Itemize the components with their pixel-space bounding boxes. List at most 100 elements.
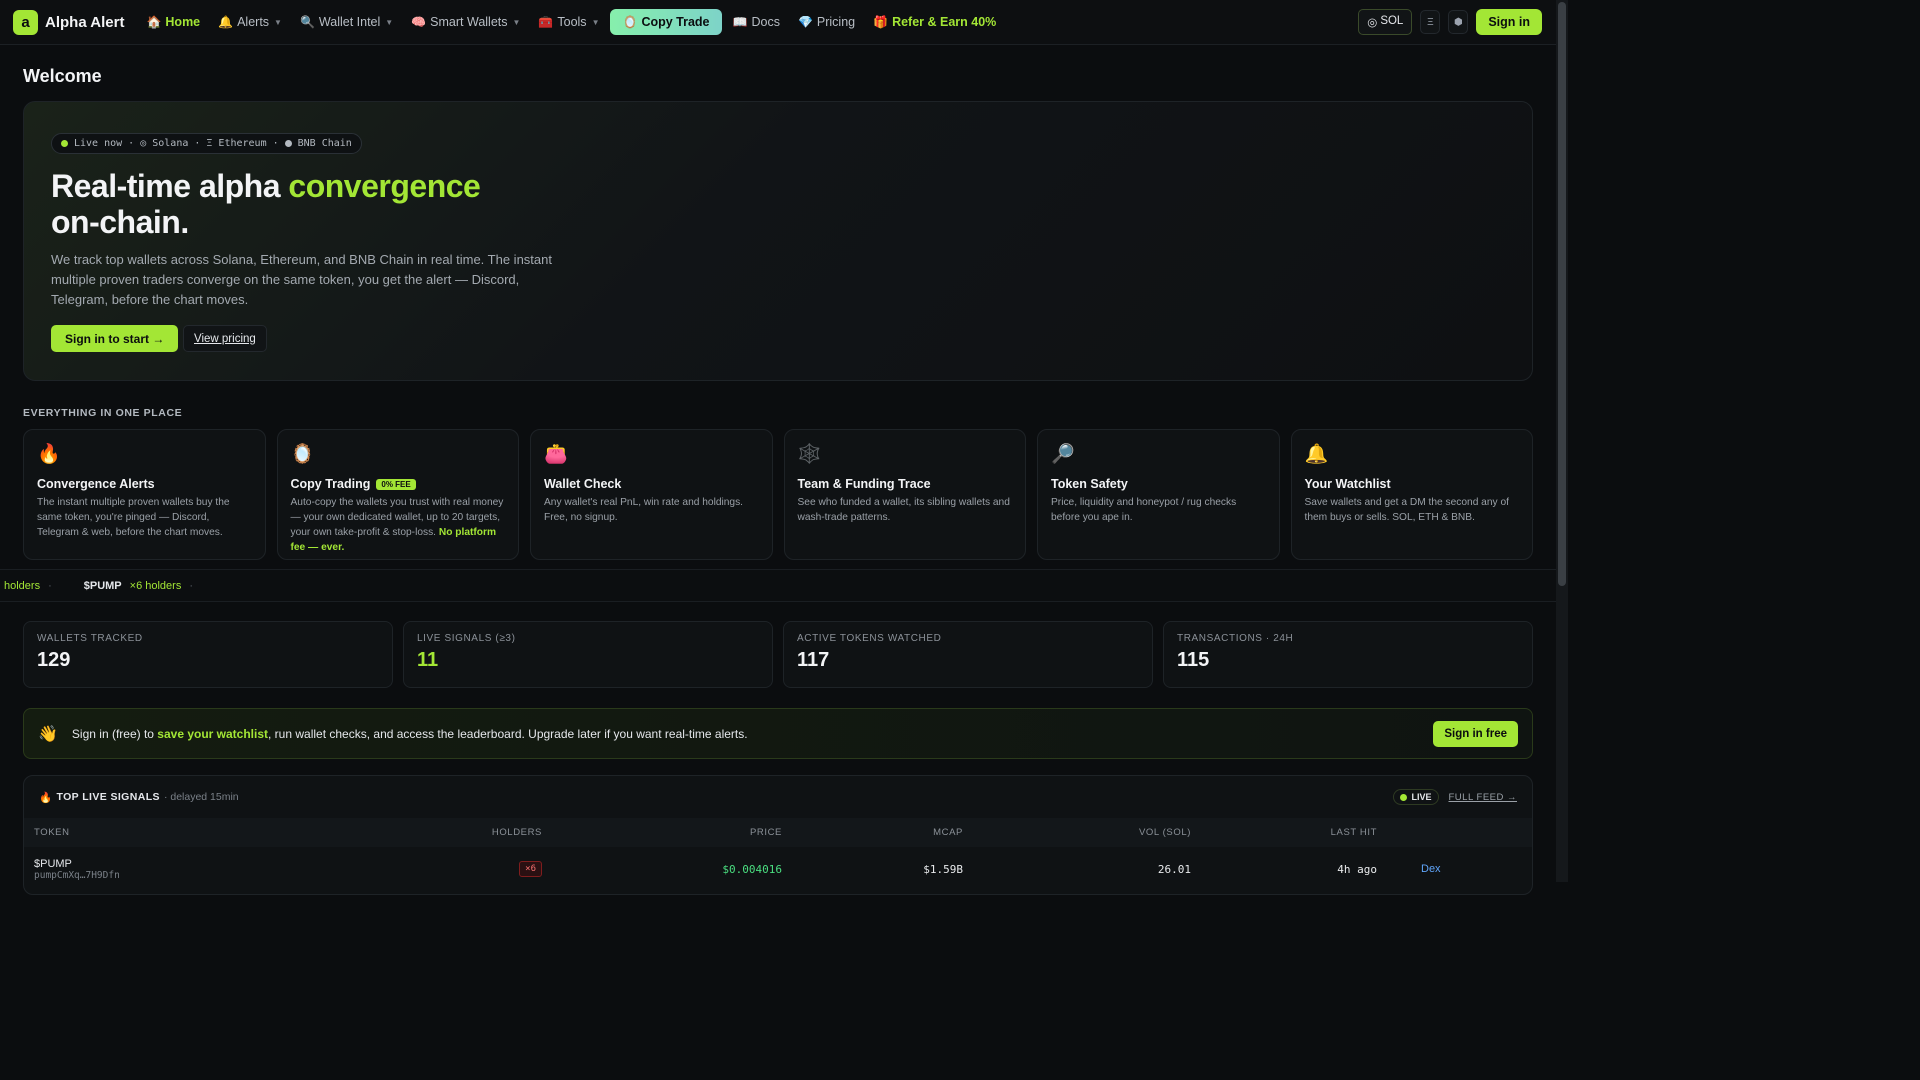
separator: ·	[128, 138, 135, 149]
stat-label: TRANSACTIONS · 24H	[1177, 633, 1294, 644]
stat-label: ACTIVE TOKENS WATCHED	[797, 633, 942, 644]
nav-item-home[interactable]: 🏠 Home	[139, 9, 207, 35]
stat-card-active-tokens: ACTIVE TOKENS WATCHED 117	[783, 621, 1153, 688]
stat-card-live-signals: LIVE SIGNALS (≥3) 11	[403, 621, 773, 688]
bnb-dot-icon	[284, 140, 292, 147]
stat-label: WALLETS TRACKED	[37, 633, 143, 644]
search-icon: 🔍	[299, 15, 315, 29]
nav-item-smart-wallets[interactable]: 🧠 Smart Wallets ▼	[404, 9, 527, 35]
features-section-label: EVERYTHING IN ONE PLACE	[23, 407, 183, 419]
hero-description: We track top wallets across Solana, Ethe…	[51, 252, 552, 307]
features-grid: 🔥 Convergence Alerts The instant multipl…	[23, 429, 1533, 560]
feature-card-wallet-check[interactable]: 👛 Wallet Check Any wallet's real PnL, wi…	[530, 429, 773, 560]
col-last-hit[interactable]: LAST HIT	[1191, 827, 1377, 838]
logo-icon[interactable]: a	[13, 9, 38, 35]
live-dot-icon	[1400, 793, 1408, 801]
headline-accent: convergence	[288, 168, 481, 204]
feature-description: Any wallet's real PnL, win rate and hold…	[544, 497, 744, 523]
feature-card-token-safety[interactable]: 🔎 Token Safety Price, liquidity and hone…	[1037, 429, 1280, 560]
vol-cell: 26.01	[1157, 862, 1191, 876]
feature-description: Auto-copy the wallets you trust with rea…	[291, 495, 506, 555]
nav-actions: ◎ SOL Ξ ⬢ Sign in	[1358, 9, 1542, 35]
ticker-item[interactable]: $PUMP ×6 holders ·	[84, 580, 193, 592]
nav-item-label: Pricing	[816, 15, 856, 29]
chain-solana: Solana	[152, 138, 189, 149]
stat-value: 117	[797, 649, 830, 671]
nav-item-docs[interactable]: 📖 Docs	[726, 9, 787, 35]
banner-text: Sign in (free) to save your watchlist, r…	[72, 727, 748, 741]
bnb-chain-button[interactable]: ⬢	[1448, 10, 1469, 34]
ticker-count: ×6 holders	[129, 579, 182, 592]
brand-name[interactable]: Alpha Alert	[45, 14, 124, 31]
signin-to-start-button[interactable]: Sign in to start →	[51, 325, 179, 352]
signal-ticker: holders · $PUMP ×6 holders ·	[0, 569, 1556, 602]
feature-title: Team & Funding Trace	[797, 477, 931, 491]
live-label: LIVE	[1411, 792, 1432, 802]
ticker-item[interactable]: holders ·	[4, 580, 52, 592]
feature-title: Token Safety	[1051, 477, 1128, 491]
solana-icon: ◎	[1367, 17, 1378, 29]
home-icon: 🏠	[146, 15, 162, 29]
nav-item-tools[interactable]: 🧰 Tools ▼	[531, 9, 606, 35]
gift-icon: 🎁	[873, 15, 889, 29]
feature-card-team-funding-trace[interactable]: 🕸️ Team & Funding Trace See who funded a…	[783, 429, 1026, 560]
nav-item-label: Refer & Earn 40%	[892, 15, 997, 29]
scrollbar[interactable]	[1556, 0, 1568, 882]
token-cell: $PUMP pumpCmXq…7H9Dfn	[24, 858, 404, 881]
signin-button[interactable]: Sign in	[1476, 9, 1542, 35]
feature-card-copy-trading[interactable]: 🪞 Copy Trading 0% FEE Auto-copy the wall…	[276, 429, 519, 560]
col-token[interactable]: TOKEN	[24, 827, 404, 838]
col-holders[interactable]: HOLDERS	[404, 827, 542, 838]
signals-title: 🔥 TOP LIVE SIGNALS	[39, 791, 160, 804]
nav-item-alerts[interactable]: 🔔 Alerts ▼	[211, 9, 289, 35]
nav-item-copy-trade[interactable]: 🪞 Copy Trade	[610, 9, 722, 35]
feature-title: Convergence Alerts	[37, 477, 155, 491]
signin-banner: 👋 Sign in (free) to save your watchlist,…	[23, 708, 1533, 759]
col-vol[interactable]: VOL (SOL)	[963, 827, 1191, 838]
zero-fee-badge: 0% FEE	[376, 478, 416, 490]
feature-title: Your Watchlist	[1304, 477, 1391, 491]
waving-hand-icon: 👋	[38, 725, 58, 743]
feature-card-convergence-alerts[interactable]: 🔥 Convergence Alerts The instant multipl…	[23, 429, 266, 560]
signin-free-button[interactable]: Sign in free	[1433, 720, 1518, 747]
feature-card-watchlist[interactable]: 🔔 Your Watchlist Save wallets and get a …	[1290, 429, 1533, 560]
dex-link[interactable]: Dex	[1421, 863, 1441, 875]
view-pricing-button[interactable]: View pricing	[183, 325, 267, 352]
live-badge: LIVE	[1393, 789, 1439, 805]
last-hit-cell: 4h ago	[1337, 862, 1377, 876]
signals-title-text: TOP LIVE SIGNALS	[56, 791, 160, 803]
ethereum-chain-button[interactable]: Ξ	[1420, 10, 1441, 34]
chain-selector[interactable]: ◎ SOL	[1358, 9, 1413, 35]
feature-description: Price, liquidity and honeypot / rug chec…	[1051, 497, 1237, 523]
top-navbar: a Alpha Alert 🏠 Home 🔔 Alerts ▼ 🔍 Wallet…	[0, 0, 1556, 45]
stat-card-wallets-tracked: WALLETS TRACKED 129	[23, 621, 393, 688]
chevron-down-icon: ▼	[512, 17, 521, 27]
page-title: Welcome	[23, 66, 102, 86]
bell-icon: 🔔	[1304, 444, 1329, 465]
stat-value: 129	[37, 649, 71, 671]
stat-value: 115	[1177, 649, 1210, 671]
col-price[interactable]: PRICE	[542, 827, 782, 838]
nav-item-label: Smart Wallets	[430, 15, 508, 29]
fire-icon: 🔥	[37, 444, 61, 465]
scroll-thumb[interactable]	[1558, 2, 1566, 586]
nav-item-refer[interactable]: 🎁 Refer & Earn 40%	[866, 9, 1003, 35]
col-mcap[interactable]: MCAP	[782, 827, 963, 838]
nav-item-wallet-intel[interactable]: 🔍 Wallet Intel ▼	[293, 9, 400, 35]
feature-title-row: Copy Trading 0% FEE	[291, 477, 506, 491]
feature-description: Save wallets and get a DM the second any…	[1304, 497, 1509, 523]
live-chains-pill: Live now · ◎ Solana · Ξ Ethereum · BNB C…	[51, 133, 362, 154]
nav-item-pricing[interactable]: 💎 Pricing	[791, 9, 862, 35]
banner-text-before: Sign in (free) to	[71, 726, 158, 741]
token-address: pumpCmXq…7H9Dfn	[34, 869, 120, 881]
token-symbol: $PUMP	[34, 857, 72, 870]
holders-cell: ×6	[404, 861, 542, 877]
holders-badge: ×6	[519, 861, 542, 877]
separator: ·	[48, 579, 52, 592]
table-row[interactable]: $PUMP pumpCmXq…7H9Dfn ×6 $0.004016 $1.59…	[24, 847, 1532, 891]
live-label: Live now	[74, 138, 123, 149]
feature-description: See who funded a wallet, its sibling wal…	[797, 497, 1010, 523]
full-feed-link[interactable]: FULL FEED →	[1449, 792, 1518, 803]
nav-item-label: Copy Trade	[641, 15, 710, 29]
fire-icon: 🔥	[39, 791, 53, 804]
